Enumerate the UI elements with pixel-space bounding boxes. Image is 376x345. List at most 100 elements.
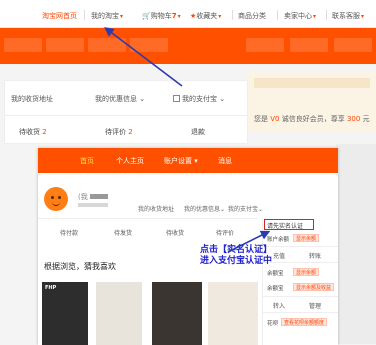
chevron-down-icon: ⌄ [139, 95, 146, 103]
nav-customer-service-label: 联系客服 [332, 12, 360, 20]
nav-my-taobao[interactable]: 我的淘宝▾ [91, 11, 123, 21]
transfer-link[interactable]: 转账 [309, 251, 321, 260]
chevron-down-icon: ▾ [194, 157, 198, 165]
status-to-receive[interactable]: 待收货 2 [19, 127, 47, 137]
alipay-link[interactable]: 我的支付宝⌄ [228, 204, 263, 213]
address-link[interactable]: 我的收货地址 [11, 94, 53, 104]
cart-icon: 🛒 [142, 12, 151, 20]
banner-body: 诚信良好会员，尊享 [281, 115, 345, 123]
nav-my-taobao-label: 我的淘宝 [91, 12, 119, 20]
chevron-down-icon: ▾ [120, 13, 124, 20]
divider [38, 218, 258, 219]
chevron-down-icon: ⌄ [219, 95, 226, 103]
coupons-link[interactable]: 我的优惠信息⌄ [184, 204, 225, 213]
tab-home[interactable]: 首页 [80, 156, 94, 166]
annotation-line-2: 进入支付宝认证中 [200, 256, 273, 266]
product-card[interactable] [96, 282, 142, 345]
header-slot [246, 38, 284, 52]
nav-separator [326, 10, 327, 20]
status-to-ship[interactable]: 待发货 [114, 228, 132, 237]
show-balance-button[interactable]: 显示余额 [293, 234, 320, 242]
yuebao-label: 余额宝 [267, 271, 284, 277]
avatar-eye [51, 196, 54, 199]
banner-suffix: 元 [362, 115, 370, 123]
show-yuebao-button[interactable]: 显示余额 [293, 268, 320, 276]
nav-separator [84, 10, 85, 20]
tab-account-settings-label: 账户设置 [164, 157, 192, 165]
alipay-label: 我的支付宝 [182, 95, 217, 103]
huabei-label: 花呗 [267, 321, 279, 327]
nav-seller-center-label: 卖家中心 [284, 12, 312, 20]
avatar[interactable] [44, 187, 68, 211]
header-band [0, 28, 376, 64]
account-page-window: 首页 个人主页 账户设置 ▾ 消息 (我 我的收货地址 我的优惠信息⌄ 我的支付… [38, 148, 338, 345]
manage-link[interactable]: 管理 [309, 301, 321, 310]
product-card[interactable] [152, 282, 202, 345]
show-huabei-button[interactable]: 查看花呗余额额度 [281, 318, 328, 326]
coupons-label: 我的优惠信息 [184, 206, 221, 213]
status-to-review[interactable]: 待评价 [216, 228, 234, 237]
status-label: 待评价 [105, 128, 126, 136]
product-card[interactable]: FHP [42, 282, 88, 345]
nav-cart[interactable]: 🛒购物车7▾ [142, 11, 181, 21]
header-slot [334, 38, 372, 52]
address-link[interactable]: 我的收货地址 [138, 204, 174, 213]
alipay-label: 我的支付宝 [228, 206, 259, 213]
account-nav-bar: 首页 个人主页 账户设置 ▾ 消息 [38, 148, 338, 173]
status-to-review[interactable]: 待评价 2 [105, 127, 133, 137]
product-brand: FHP [45, 285, 57, 291]
nav-separator [277, 10, 278, 20]
background-right-column [336, 144, 376, 344]
banner-text: 您是 V0 诚信良好会员，尊享 300 元 [254, 114, 370, 124]
coupons-label: 我的优惠信息 [95, 95, 137, 103]
account-overview-card: 我的收货地址 我的优惠信息 ⌄ 我的支付宝 ⌄ 待收货 2 待评价 2 退款 [4, 80, 248, 144]
chevron-down-icon: ▾ [218, 13, 222, 20]
avatar-eye [58, 196, 61, 199]
member-banner: 您是 V0 诚信良好会员，尊享 300 元 [248, 72, 376, 132]
alipay-link[interactable]: 我的支付宝 ⌄ [173, 94, 225, 104]
nav-separator [232, 10, 233, 20]
chevron-down-icon: ⌄ [220, 206, 226, 213]
nav-categories[interactable]: 商品分类 [238, 11, 266, 21]
product-card[interactable] [208, 282, 258, 345]
status-refund[interactable]: 退款 [191, 127, 205, 137]
nav-seller-center[interactable]: 卖家中心▾ [284, 11, 316, 21]
status-to-pay[interactable]: 待付款 [60, 228, 78, 237]
tab-profile[interactable]: 个人主页 [116, 156, 144, 166]
user-level-bar [78, 203, 108, 207]
member-level: V0 [270, 115, 280, 123]
recommendations-title: 根据浏览，猜我喜欢 [44, 262, 116, 271]
nav-favorites-label: 收藏夹 [196, 12, 218, 20]
nav-customer-service[interactable]: 联系客服▾ [332, 11, 364, 21]
coupons-link[interactable]: 我的优惠信息 ⌄ [95, 94, 145, 104]
top-nav-bar: 淘宝网首页 我的淘宝▾ 🛒购物车7▾ ★收藏夹▾ 商品分类 卖家中心▾ 联系客服… [0, 0, 376, 28]
user-name: (我 [78, 192, 108, 202]
show-yuebao-earnings-button[interactable]: 显示余额及收益 [293, 283, 335, 291]
banner-prefix: 您是 [254, 115, 268, 123]
tab-messages[interactable]: 消息 [218, 156, 232, 166]
transfer-in-link[interactable]: 转入 [273, 301, 285, 310]
alipay-icon [173, 95, 180, 102]
nav-taobao-home[interactable]: 淘宝网首页 [42, 11, 77, 21]
chevron-down-icon: ▾ [313, 13, 317, 20]
header-slot [88, 38, 126, 52]
real-name-verification-link[interactable]: 请先实名认证 [264, 219, 314, 230]
user-name-redacted [89, 194, 108, 199]
chevron-down-icon: ▾ [361, 13, 365, 20]
balance-label: 账户余额 [267, 237, 290, 243]
nav-favorites[interactable]: ★收藏夹▾ [190, 11, 221, 21]
status-label: 待收货 [19, 128, 40, 136]
status-to-receive[interactable]: 待收货 [166, 228, 184, 237]
yuebao-label: 余额宝 [267, 286, 284, 292]
recharge-link[interactable]: 充值 [273, 251, 285, 260]
nav-cart-label: 购物车 [150, 12, 172, 20]
verify-label: 请先实名认证 [267, 223, 304, 230]
status-label: 退款 [191, 128, 205, 136]
tab-account-settings[interactable]: 账户设置 ▾ [164, 156, 198, 166]
banner-amount: 300 [346, 115, 361, 123]
divider [5, 115, 247, 116]
chevron-down-icon: ▾ [177, 13, 181, 20]
divider [263, 262, 338, 263]
header-slot [290, 38, 328, 52]
cart-count-badge: 7 [171, 12, 177, 20]
